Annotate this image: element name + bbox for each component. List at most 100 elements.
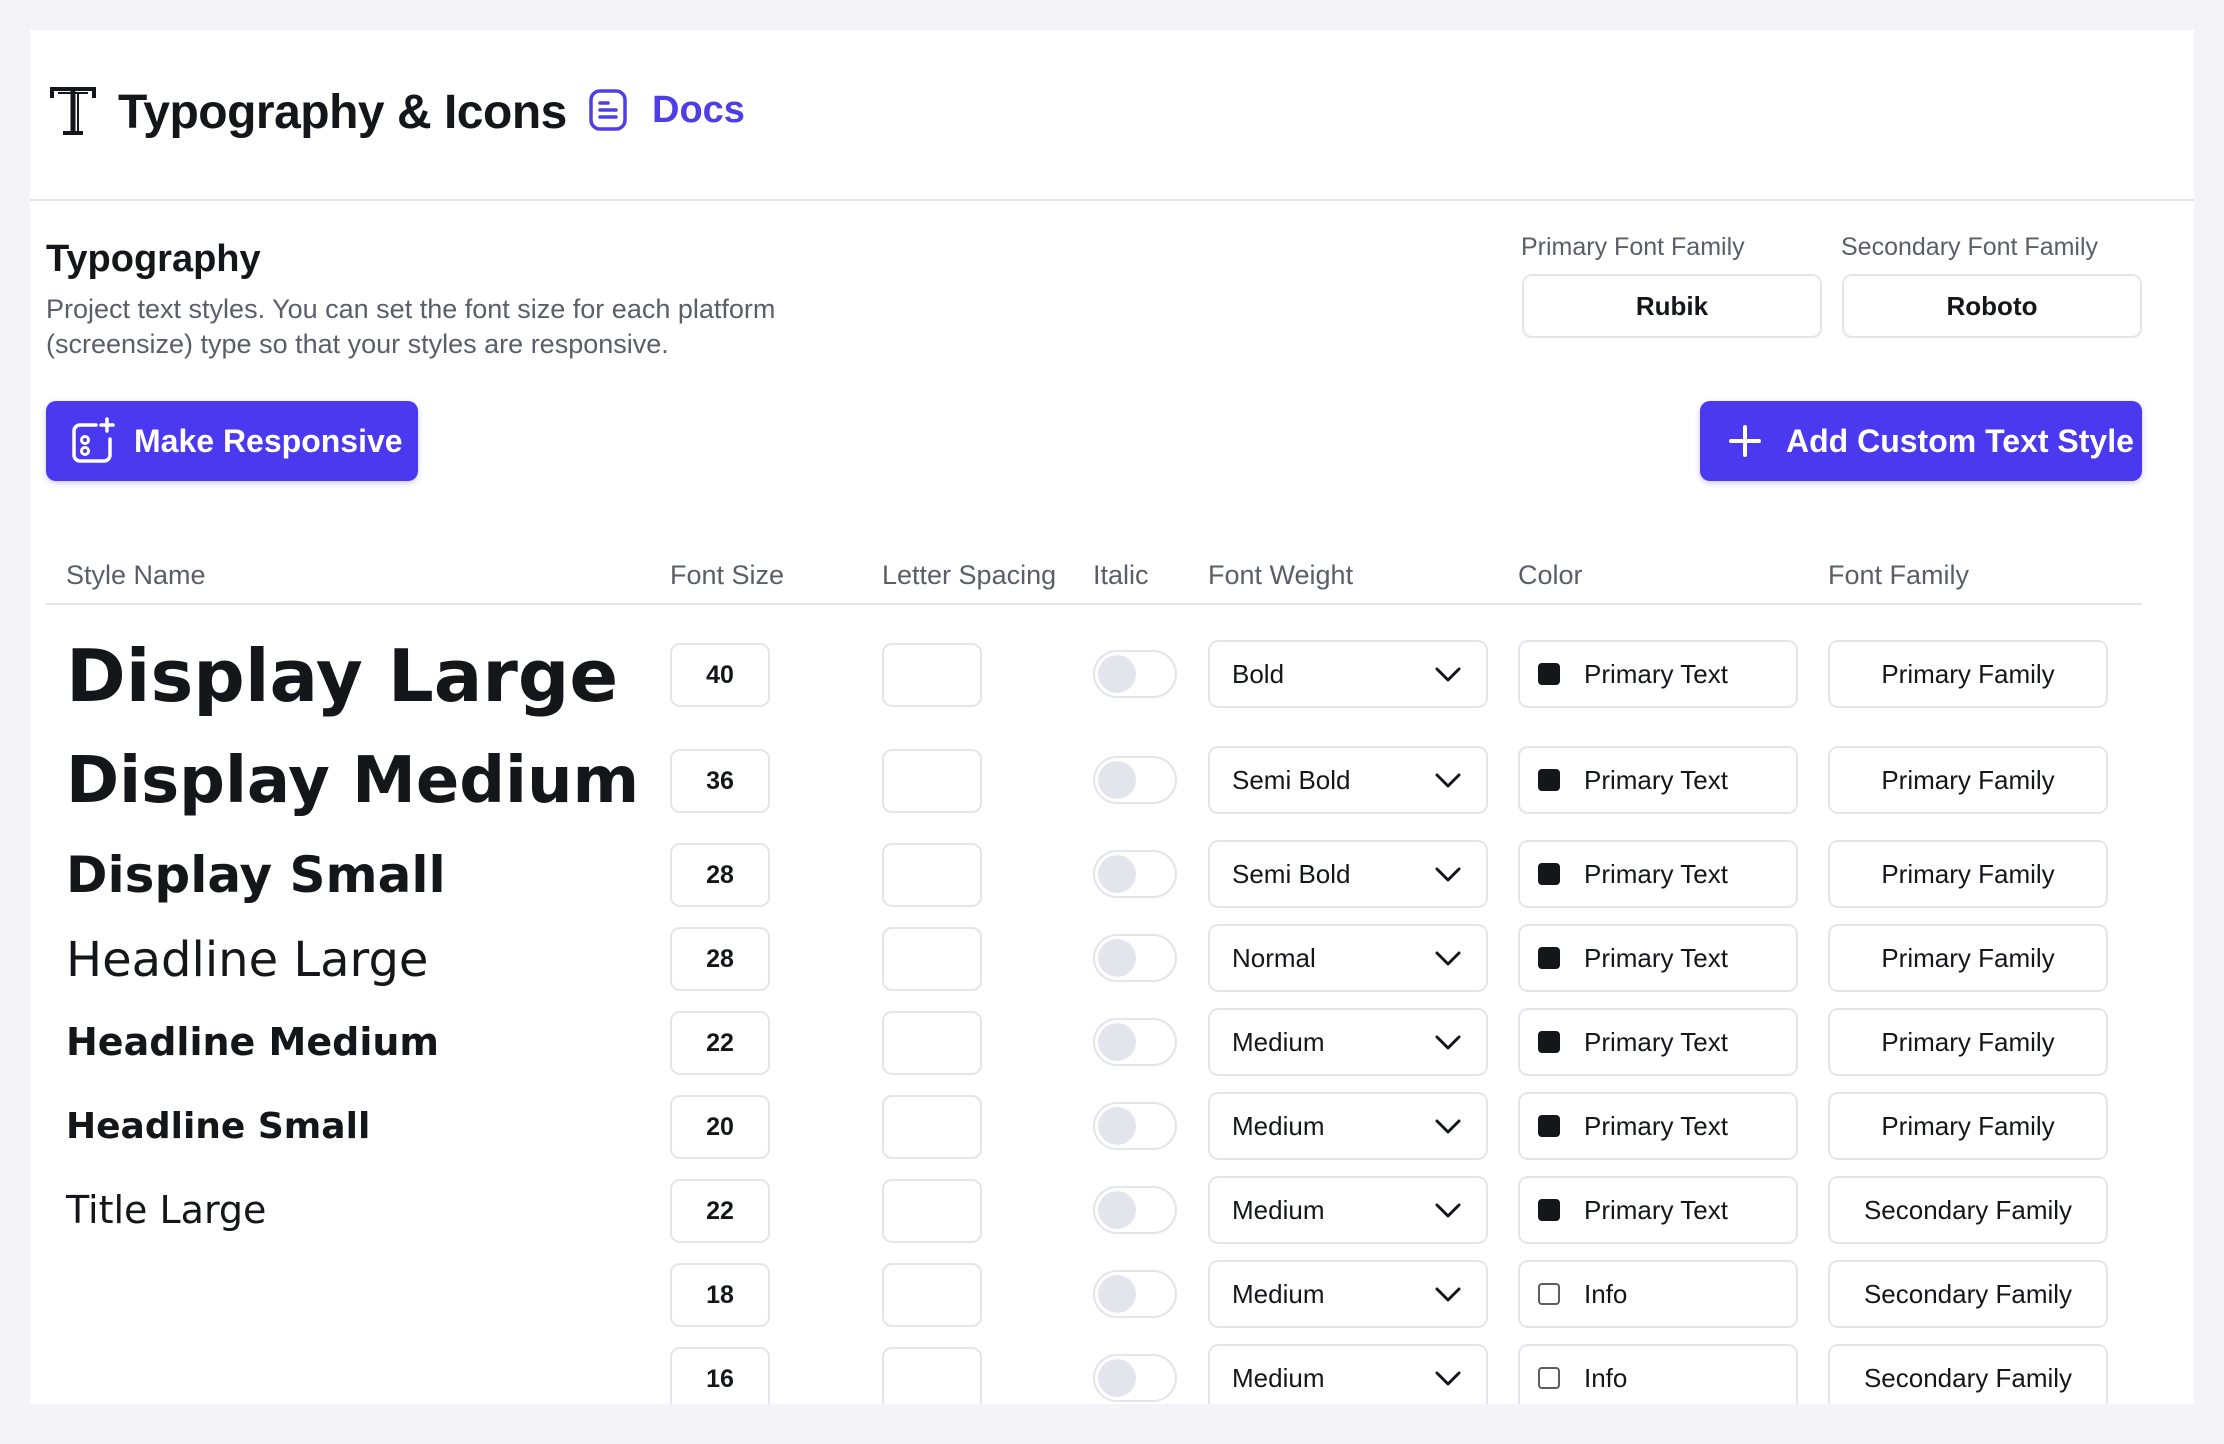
font-size-input[interactable]: 20 [670,1095,770,1159]
font-family-select[interactable]: Primary Family [1828,640,2108,708]
make-responsive-button[interactable]: Make Responsive [46,401,418,481]
page-title: Typography & Icons [118,86,567,139]
style-name[interactable]: Headline Large [66,932,428,988]
letter-spacing-input[interactable] [882,1011,982,1075]
document-icon [589,89,627,131]
letter-spacing-input[interactable] [882,1095,982,1159]
style-name[interactable]: Title Large [66,1188,266,1232]
letter-spacing-input[interactable] [882,1179,982,1243]
color-swatch [1538,863,1560,885]
font-size-input[interactable]: 22 [670,1011,770,1075]
italic-toggle[interactable] [1093,1354,1177,1402]
font-weight-select[interactable]: Medium [1208,1344,1488,1404]
toggle-knob [1098,1023,1136,1061]
responsive-layout-icon [72,417,115,463]
style-name[interactable]: Display Small [66,846,446,904]
letter-spacing-input[interactable] [882,643,982,707]
color-select[interactable]: Primary Text [1518,746,1798,814]
letter-spacing-input[interactable] [882,927,982,991]
font-weight-value: Medium [1232,1362,1325,1393]
color-swatch [1538,663,1560,685]
italic-toggle[interactable] [1093,650,1177,698]
font-weight-select[interactable]: Medium [1208,1092,1488,1160]
primary-font-family-select[interactable]: Rubik [1522,274,1822,338]
section-description: Project text styles. You can set the fon… [46,294,776,359]
style-name[interactable]: Headline Small [66,1106,370,1147]
add-custom-text-style-button[interactable]: Add Custom Text Style [1700,401,2142,481]
style-name[interactable]: Display Medium [66,744,639,818]
toggle-knob [1098,761,1136,799]
italic-toggle[interactable] [1093,850,1177,898]
font-family-select[interactable]: Primary Family [1828,840,2108,908]
column-header-italic: Italic [1093,560,1149,590]
color-select[interactable]: Info [1518,1260,1798,1328]
font-size-input[interactable]: 22 [670,1179,770,1243]
color-select[interactable]: Primary Text [1518,840,1798,908]
font-weight-select[interactable]: Semi Bold [1208,746,1488,814]
color-select[interactable]: Primary Text [1518,1176,1798,1244]
font-weight-select[interactable]: Medium [1208,1260,1488,1328]
toggle-knob [1098,1275,1136,1313]
letter-spacing-input[interactable] [882,1347,982,1404]
font-size-input[interactable]: 16 [670,1347,770,1404]
font-family-select[interactable]: Secondary Family [1828,1176,2108,1244]
font-size-input[interactable]: 28 [670,927,770,991]
letter-spacing-input[interactable] [882,843,982,907]
italic-toggle[interactable] [1093,1018,1177,1066]
chevron-down-icon [1435,951,1461,966]
docs-link[interactable]: Docs [588,88,745,132]
font-family-select[interactable]: Primary Family [1828,1008,2108,1076]
font-family-select[interactable]: Primary Family [1828,924,2108,992]
table-row: 16 Medium Info Secondary Family [30,1344,2194,1404]
font-family-select[interactable]: Secondary Family [1828,1344,2108,1404]
style-name[interactable]: Headline Medium [66,1020,439,1064]
font-family-select[interactable]: Primary Family [1828,1092,2108,1160]
chevron-down-icon [1435,867,1461,882]
font-weight-value: Bold [1232,658,1285,689]
color-select[interactable]: Primary Text [1518,1092,1798,1160]
italic-toggle[interactable] [1093,1186,1177,1234]
color-label: Info [1584,1278,1628,1309]
letter-spacing-input[interactable] [882,1263,982,1327]
table-row: Display Large 40 Bold Primary Text Primary F… [30,634,2194,718]
font-size-input[interactable]: 40 [670,643,770,707]
color-label: Primary Text [1584,764,1728,795]
table-row: Headline Medium 22 Medium Primary Text Prima… [30,1008,2194,1078]
color-label: Primary Text [1584,1026,1728,1057]
color-select[interactable]: Info [1518,1344,1798,1404]
letter-spacing-input[interactable] [882,749,982,813]
table-row: Title Large 22 Medium Primary Text Secondary… [30,1176,2194,1246]
italic-toggle[interactable] [1093,1102,1177,1150]
chevron-down-icon [1435,1287,1461,1302]
italic-toggle[interactable] [1093,1270,1177,1318]
italic-toggle[interactable] [1093,756,1177,804]
table-row: Display Small 28 Semi Bold Primary Text Prim… [30,840,2194,910]
column-header-style-name: Style Name [66,560,206,590]
font-weight-select[interactable]: Bold [1208,640,1488,708]
font-weight-select[interactable]: Semi Bold [1208,840,1488,908]
italic-toggle[interactable] [1093,934,1177,982]
make-responsive-label: Make Responsive [134,422,403,459]
secondary-font-family-select[interactable]: Roboto [1842,274,2142,338]
chevron-down-icon [1435,773,1461,788]
font-weight-select[interactable]: Normal [1208,924,1488,992]
style-name[interactable]: Display Large [66,634,618,718]
font-weight-select[interactable]: Medium [1208,1008,1488,1076]
toggle-knob [1098,1191,1136,1229]
typography-panel: Typography & Icons Docs Typography Proje… [30,30,2194,1404]
chevron-down-icon [1435,1119,1461,1134]
font-family-select[interactable]: Primary Family [1828,746,2108,814]
color-swatch [1538,947,1560,969]
color-select[interactable]: Primary Text [1518,924,1798,992]
font-weight-select[interactable]: Medium [1208,1176,1488,1244]
table-header-divider [46,603,2142,605]
font-size-input[interactable]: 36 [670,749,770,813]
font-size-input[interactable]: 18 [670,1263,770,1327]
color-select[interactable]: Primary Text [1518,640,1798,708]
color-label: Primary Text [1584,942,1728,973]
font-size-input[interactable]: 28 [670,843,770,907]
color-select[interactable]: Primary Text [1518,1008,1798,1076]
table-row: 18 Medium Info Secondary Family [30,1260,2194,1330]
font-family-select[interactable]: Secondary Family [1828,1260,2108,1328]
chevron-down-icon [1435,1203,1461,1218]
